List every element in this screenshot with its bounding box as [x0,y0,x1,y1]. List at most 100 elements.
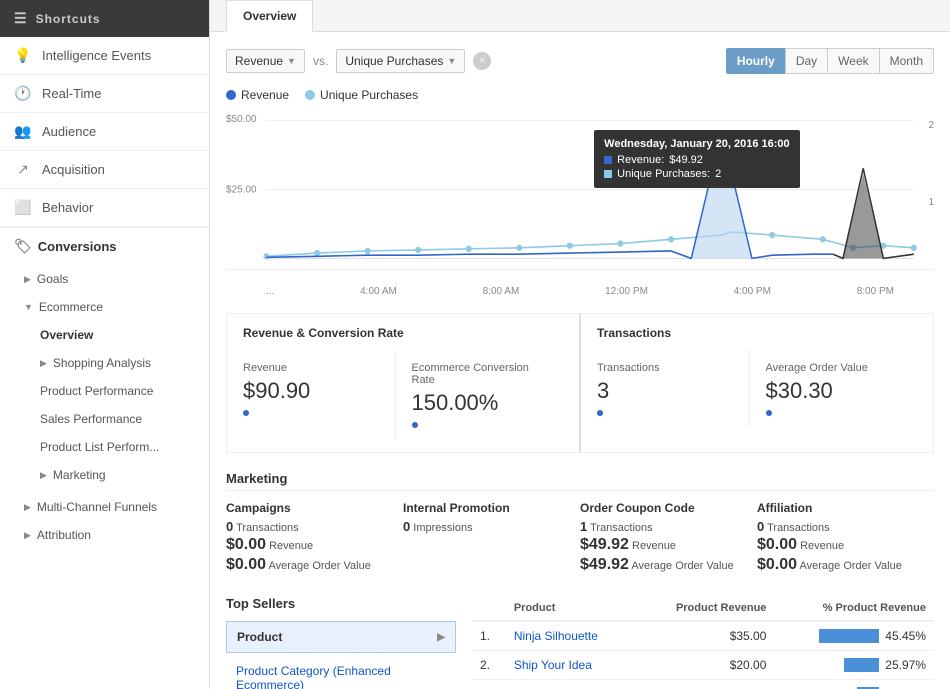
sidebar-item-sales-performance[interactable]: Sales Performance [0,405,209,433]
sidebar-item-multichannel[interactable]: ▶ Multi-Channel Funnels [0,493,209,521]
campaigns-stat-0: 0 Transactions [226,519,387,534]
arrow-icon: ▶ [24,502,31,513]
x-axis-labels: ... 4:00 AM 8:00 AM 12:00 PM 4:00 PM 8:0… [226,286,934,297]
right-axis-mid: 1 [928,197,934,208]
unique-dot [305,90,315,100]
hamburger-icon: ☰ [14,10,28,27]
product-table-body: 1. Ninja Silhouette $35.00 45.45% 2. Shi… [472,621,934,689]
controls-left: Revenue ▼ vs. Unique Purchases ▼ × [226,49,491,73]
affiliation-label: Affiliation [757,501,918,515]
affiliation-stat-1: $0.00 Revenue [757,536,918,554]
intelligence-icon: 💡 [14,47,32,64]
sidebar-item-product-list[interactable]: Product List Perform... [0,433,209,461]
revenue-dot-indicator [243,410,249,416]
product-list-label: Product List Perform... [40,440,159,454]
product-table: Product Product Revenue % Product Revenu… [472,596,934,689]
campaigns-label: Campaigns [226,501,387,515]
table-row: 3. Woo Logo $13.00 16.88% [472,680,934,689]
transactions-value: 3 [597,378,733,404]
revenue-dot [226,90,236,100]
col-product: Product [506,596,636,621]
tab-bar: Overview [210,0,950,32]
week-button[interactable]: Week [827,48,879,74]
product-name-link[interactable]: Ninja Silhouette [514,629,598,643]
month-button[interactable]: Month [879,48,934,74]
sidebar-item-overview[interactable]: Overview [0,321,209,349]
sidebar-item-label: Real-Time [42,86,101,101]
arrow-icon: ▶ [24,274,31,285]
x-label-2: 8:00 AM [483,286,520,297]
legend-revenue: Revenue [226,88,289,102]
marketing-sub-label: Marketing [53,468,106,482]
sidebar-item-conversions[interactable]: 🏷 Conversions [0,228,209,265]
row-pct: 45.45% [774,621,934,651]
transactions-metrics: Transactions 3 Average Order Value $30.3… [597,350,917,428]
sidebar-header: ☰ Shortcuts [0,0,209,37]
seller-item-product[interactable]: Product ▶ [226,621,456,653]
x-label-0: ... [266,286,274,297]
conversion-dot-indicator [412,422,418,428]
sidebar-item-behavior[interactable]: ⬜ Behavior [0,189,209,227]
seller-links: Product Category (Enhanced Ecommerce) Pr… [226,660,456,689]
col-num [472,596,506,621]
row-pct: 25.97% [774,651,934,680]
conversion-rate-value: 150.00% [412,390,548,416]
coupon-stat-1: $49.92 Revenue [580,536,741,554]
ecommerce-label: Ecommerce [39,300,103,314]
product-name-link[interactable]: Ship Your Idea [514,658,592,672]
metric-revenue: Revenue $90.90 [243,350,396,440]
realtime-icon: 🕐 [14,85,32,102]
shopping-label: Shopping Analysis [53,356,151,370]
tab-overview[interactable]: Overview [226,0,313,32]
conversions-submenu: ▶ Goals ▼ Ecommerce Overview ▶ Shopping … [0,265,209,549]
sidebar-item-shopping[interactable]: ▶ Shopping Analysis [0,349,209,377]
sidebar-item-label: Acquisition [42,162,105,177]
overview-label: Overview [40,328,93,342]
acquisition-icon: ↗ [14,161,32,178]
metric1-select[interactable]: Revenue ▼ [226,49,305,73]
affiliation-stat-0: 0 Transactions [757,519,918,534]
sidebar-item-marketing[interactable]: ▶ Marketing [0,461,209,489]
seller-link-category[interactable]: Product Category (Enhanced Ecommerce) [226,660,456,689]
metric-transactions: Transactions 3 [597,350,750,428]
transactions-dot-indicator [597,410,603,416]
sidebar-item-attribution[interactable]: ▶ Attribution [0,521,209,549]
sidebar-item-acquisition[interactable]: ↗ Acquisition [0,151,209,189]
hourly-button[interactable]: Hourly [726,48,786,74]
affiliation-stat-2: $0.00 Average Order Value [757,556,918,574]
product-perf-label: Product Performance [40,384,153,398]
y-label-mid: $25.00 [226,184,257,195]
table-header-row: Product Product Revenue % Product Revenu… [472,596,934,621]
transactions-label: Transactions [597,362,733,374]
day-button[interactable]: Day [785,48,828,74]
avg-order-value: $30.30 [766,378,902,404]
audience-icon: 👥 [14,123,32,140]
metric2-select[interactable]: Unique Purchases ▼ [336,49,465,73]
coupon-stat-2: $49.92 Average Order Value [580,556,741,574]
sidebar-item-realtime[interactable]: 🕐 Real-Time [0,75,209,113]
revenue-conversion-section: Revenue & Conversion Rate Revenue $90.90… [227,314,581,452]
row-product: Ship Your Idea [506,651,636,680]
sidebar-title: Shortcuts [36,12,101,26]
arrow-icon: ▶ [24,530,31,541]
sidebar-item-goals[interactable]: ▶ Goals [0,265,209,293]
top-sellers: Top Sellers Product ▶ Product Category (… [226,596,456,689]
coupon-label: Order Coupon Code [580,501,741,515]
marketing-internal: Internal Promotion 0 Impressions [403,501,580,576]
arrow-icon: ▼ [24,302,33,312]
revenue-value: $90.90 [243,378,379,404]
col-revenue: Product Revenue [636,596,774,621]
sidebar-item-product-performance[interactable]: Product Performance [0,377,209,405]
arrow-icon: ▶ [437,632,445,643]
sidebar-item-intelligence[interactable]: 💡 Intelligence Events [0,37,209,75]
clear-button[interactable]: × [473,52,491,70]
sidebar-item-audience[interactable]: 👥 Audience [0,113,209,151]
avg-order-dot-indicator [766,410,772,416]
right-axis-top: 2 [928,120,934,131]
product-category-link[interactable]: Product Category (Enhanced Ecommerce) [236,664,391,689]
x-label-4: 4:00 PM [734,286,771,297]
sidebar-item-ecommerce[interactable]: ▼ Ecommerce [0,293,209,321]
marketing-affiliation: Affiliation 0 Transactions $0.00 Revenue… [757,501,934,576]
x-label-1: 4:00 AM [360,286,397,297]
col-pct: % Product Revenue [774,596,934,621]
